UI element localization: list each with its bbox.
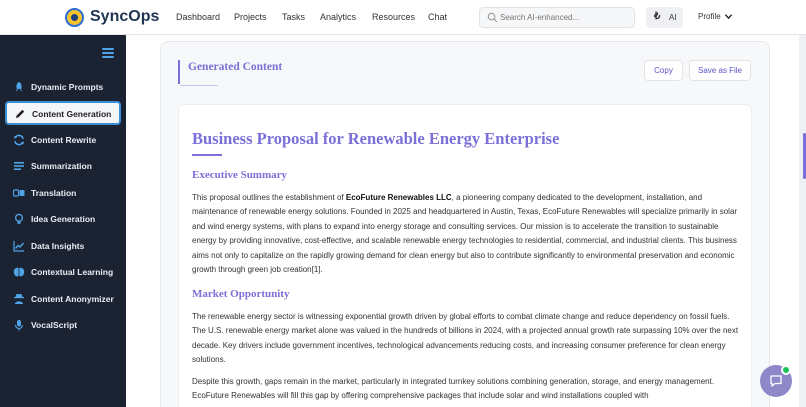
nav-analytics[interactable]: Analytics (320, 12, 356, 22)
document-title: Business Proposal for Renewable Energy E… (192, 129, 560, 148)
nav-projects[interactable]: Projects (234, 12, 267, 22)
sidebar-item-content-anonymizer[interactable]: Content Anonymizer (5, 287, 121, 311)
main-content: Generated Content Copy Save as File Busi… (126, 35, 806, 407)
refresh-icon (14, 134, 24, 146)
list-icon (14, 162, 24, 170)
search-input[interactable] (500, 10, 630, 25)
lightbulb-icon (14, 213, 24, 224)
online-status-dot (781, 365, 791, 375)
translate-icon (13, 189, 25, 197)
sidebar-item-translation[interactable]: Translation (5, 181, 121, 205)
market-opportunity-paragraph-2: Despite this growth, gaps remain in the … (192, 377, 715, 401)
sidebar-item-label: Content Anonymizer (31, 294, 114, 304)
menu-toggle-icon[interactable] (102, 48, 114, 58)
sidebar-item-label: VocalScript (31, 320, 78, 330)
sidebar-item-label: Content Rewrite (31, 135, 97, 145)
company-name: EcoFuture Renewables LLC (345, 193, 452, 202)
sidebar-item-label: Contextual Learning (31, 267, 114, 277)
sidebar: Dynamic Prompts Content Generation Conte… (0, 35, 126, 407)
section-heading-market-opportunity: Market Opportunity (192, 288, 290, 300)
generated-content-panel: Generated Content Copy Save as File Busi… (160, 41, 770, 407)
save-as-file-button[interactable]: Save as File (689, 60, 751, 81)
sidebar-item-label: Dynamic Prompts (31, 82, 104, 92)
sidebar-item-label: Idea Generation (31, 214, 96, 224)
ai-button-label: AI (669, 13, 677, 22)
nav-tasks[interactable]: Tasks (282, 12, 305, 22)
sidebar-item-label: Summarization (31, 161, 92, 171)
search-box[interactable] (479, 7, 635, 28)
sidebar-item-idea-generation[interactable]: Idea Generation (5, 207, 121, 231)
brain-icon (13, 267, 25, 277)
document-card: Business Proposal for Renewable Energy E… (178, 104, 752, 407)
sidebar-item-contextual-learning[interactable]: Contextual Learning (5, 260, 121, 284)
sidebar-item-content-generation[interactable]: Content Generation (5, 101, 121, 125)
sidebar-item-label: Translation (31, 188, 77, 198)
title-divider (192, 154, 222, 156)
chart-line-icon (13, 241, 25, 252)
sidebar-item-data-insights[interactable]: Data Insights (5, 234, 121, 258)
pen-icon (16, 109, 25, 118)
sidebar-item-content-rewrite[interactable]: Content Rewrite (5, 128, 121, 152)
top-bar: SyncOps Dashboard Projects Tasks Analyti… (0, 0, 806, 35)
chat-bubble-icon (770, 375, 782, 387)
syncops-logo-icon[interactable] (65, 8, 84, 27)
market-opportunity-paragraph-1: The renewable energy sector is witnessin… (192, 312, 739, 365)
profile-menu[interactable]: Profile (698, 12, 721, 21)
sidebar-item-vocalscript[interactable]: VocalScript (5, 313, 121, 337)
ai-button[interactable]: ₺ AI (646, 7, 683, 28)
nav-dashboard[interactable]: Dashboard (176, 12, 220, 22)
nav-chat[interactable]: Chat (428, 12, 447, 22)
chevron-down-icon[interactable] (724, 12, 733, 21)
sidebar-item-dynamic-prompts[interactable]: Dynamic Prompts (5, 75, 121, 99)
sidebar-item-summarization[interactable]: Summarization (5, 154, 121, 178)
ai-spark-icon: ₺ (654, 11, 661, 22)
generated-content-heading: Generated Content (178, 60, 282, 86)
search-icon (487, 12, 498, 23)
microphone-icon (14, 320, 24, 331)
page-scrollbar[interactable] (799, 35, 806, 407)
nav-resources[interactable]: Resources (372, 12, 415, 22)
sidebar-item-label: Data Insights (31, 241, 85, 251)
user-secret-icon (14, 294, 24, 304)
executive-summary-paragraph: This proposal outlines the establishment… (192, 193, 738, 275)
rocket-icon (15, 82, 23, 92)
brand-name[interactable]: SyncOps (90, 8, 159, 26)
section-heading-executive-summary: Executive Summary (192, 169, 288, 181)
sidebar-item-label: Content Generation (32, 109, 112, 119)
copy-button[interactable]: Copy (644, 60, 683, 81)
